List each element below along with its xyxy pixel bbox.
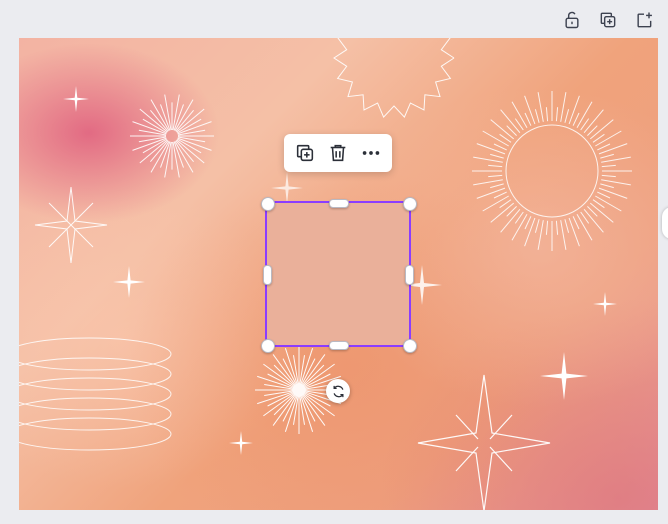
sunburst-decoration [472, 91, 632, 251]
design-canvas[interactable] [19, 38, 658, 510]
selected-square-shape[interactable] [265, 201, 411, 347]
sunburst-decoration [130, 94, 214, 178]
resize-handle-bottom-left[interactable] [261, 339, 275, 353]
ring-stack-decoration [19, 337, 172, 451]
lock-icon[interactable] [560, 8, 584, 32]
trash-icon[interactable] [324, 139, 352, 167]
sparkle-decoration [113, 266, 145, 298]
sparkle-decoration [540, 352, 588, 400]
page-toolbar [0, 0, 668, 38]
resize-handle-bottom[interactable] [329, 341, 349, 350]
rotate-icon[interactable] [326, 379, 350, 403]
outline-sparkle-decoration [417, 374, 551, 510]
resize-handle-top-left[interactable] [261, 197, 275, 211]
duplicate-page-icon[interactable] [596, 8, 620, 32]
duplicate-icon[interactable] [291, 139, 319, 167]
resize-handle-right[interactable] [405, 265, 414, 285]
sparkle-decoration [593, 292, 617, 316]
resize-handle-top[interactable] [329, 199, 349, 208]
outline-sparkle-decoration [34, 186, 108, 264]
sparkle-decoration [229, 431, 253, 455]
add-page-icon[interactable] [632, 8, 656, 32]
sparkle-decoration [271, 172, 303, 204]
element-toolbar [284, 134, 392, 172]
side-panel-tab[interactable] [662, 207, 668, 239]
resize-handle-bottom-right[interactable] [403, 339, 417, 353]
resize-handle-left[interactable] [263, 265, 272, 285]
resize-handle-top-right[interactable] [403, 197, 417, 211]
zigzag-ring-decoration [333, 38, 455, 119]
sparkle-decoration [63, 86, 89, 112]
more-icon[interactable] [357, 139, 385, 167]
